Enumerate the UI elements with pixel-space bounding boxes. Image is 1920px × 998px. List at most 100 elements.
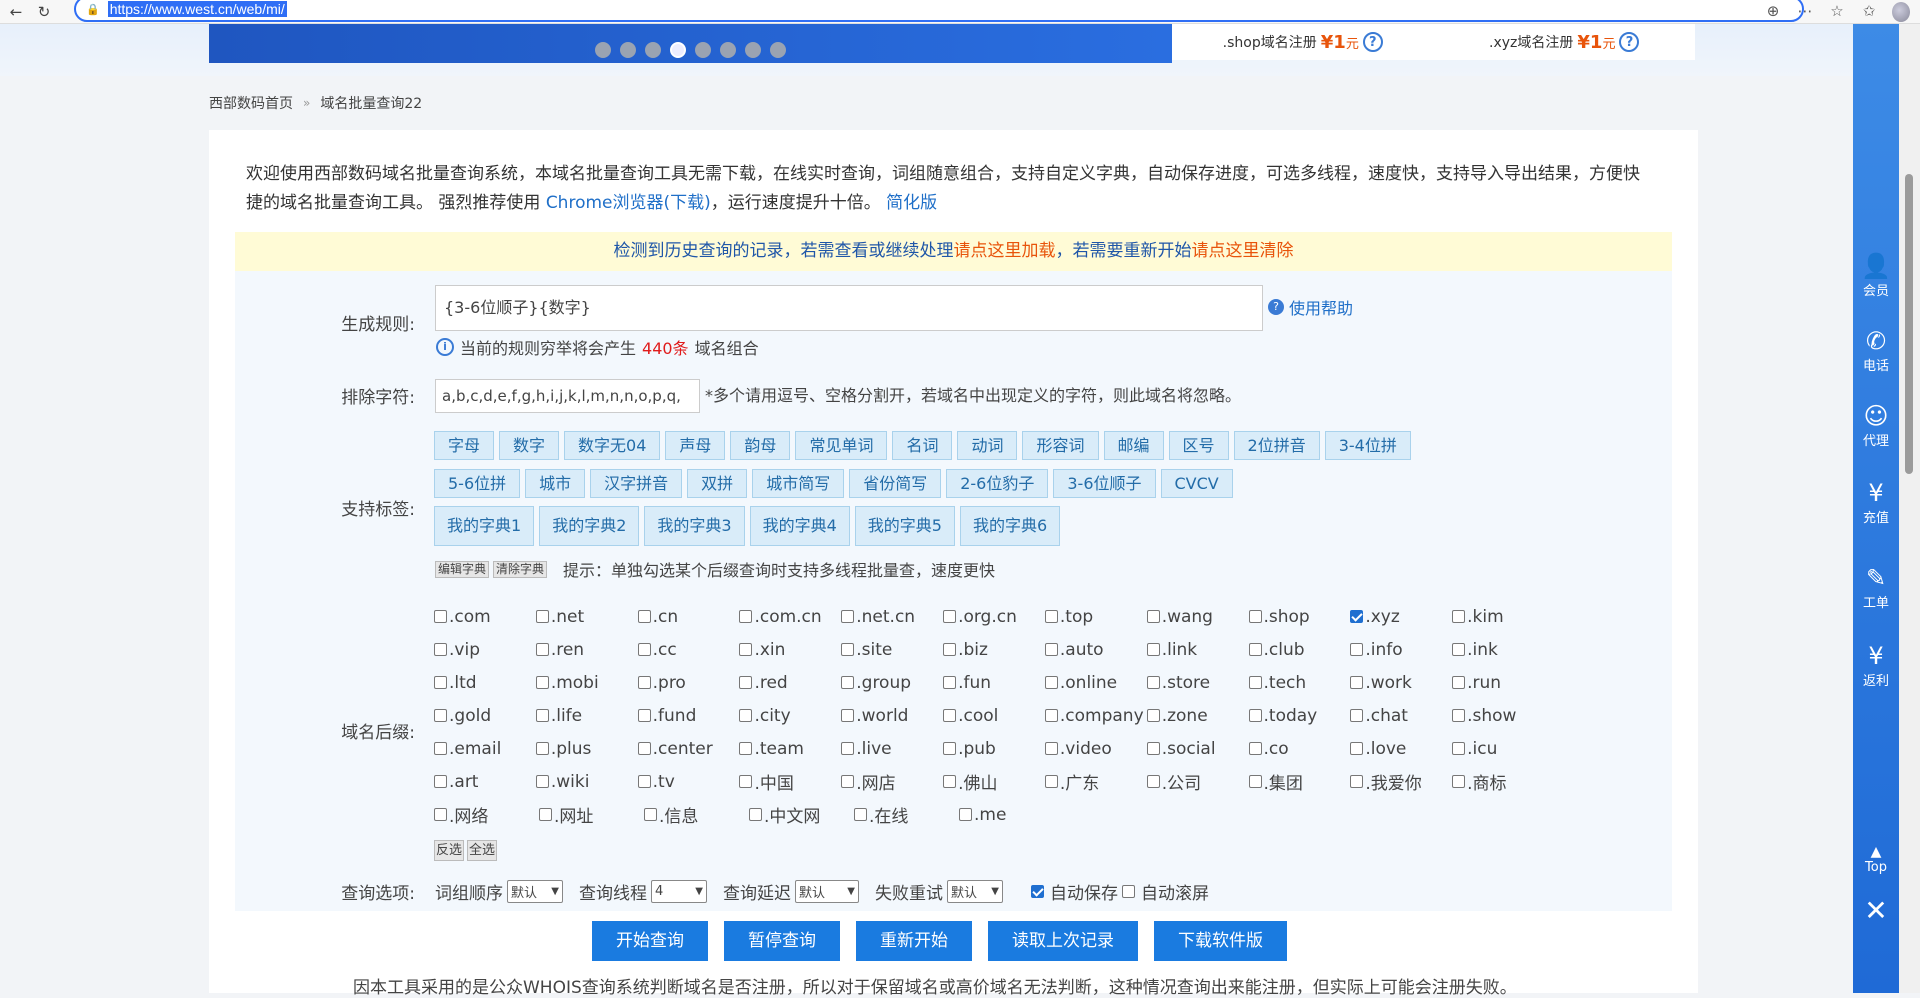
select-all-button[interactable]: 全选	[467, 840, 498, 861]
suffix-checkbox[interactable]	[1146, 775, 1160, 788]
suffix-option[interactable]: .social	[1146, 739, 1249, 759]
suffix-option[interactable]: .plus	[535, 739, 638, 759]
suffix-checkbox[interactable]	[841, 676, 855, 689]
suffix-checkbox[interactable]	[644, 808, 657, 821]
suffix-option[interactable]: .fund	[637, 706, 740, 726]
suffix-checkbox[interactable]	[434, 775, 447, 788]
suffix-option[interactable]: .pub	[943, 739, 1045, 759]
url-text[interactable]: https://www.west.cn/web/mi/	[107, 1, 287, 17]
suffix-option[interactable]: .ink	[1452, 640, 1554, 660]
suffix-option[interactable]: .link	[1146, 640, 1249, 660]
tag-button[interactable]: 城市简写	[752, 469, 845, 498]
tag-button[interactable]: 5-6位拼	[434, 469, 521, 498]
suffix-option[interactable]: .center	[637, 739, 740, 759]
suffix-option[interactable]: .art	[434, 772, 536, 792]
sidebar-ticket[interactable]: ✎ 工单	[1853, 564, 1899, 611]
sidebar-agent[interactable]: ☺ 代理	[1853, 402, 1899, 449]
suffix-checkbox[interactable]	[1044, 742, 1058, 755]
suffix-option[interactable]: .email	[434, 739, 536, 759]
suffix-checkbox[interactable]	[739, 676, 753, 689]
suffix-option[interactable]: .pro	[637, 673, 740, 693]
suffix-checkbox[interactable]	[1452, 775, 1466, 788]
suffix-option[interactable]: .公司	[1146, 769, 1249, 794]
suffix-checkbox[interactable]	[943, 775, 957, 788]
autoscroll-checkbox[interactable]	[1122, 885, 1135, 898]
suffix-checkbox[interactable]	[1044, 676, 1058, 689]
suffix-option[interactable]: .co	[1248, 739, 1351, 759]
suffix-checkbox[interactable]	[539, 808, 552, 821]
suffix-checkbox[interactable]	[841, 709, 855, 722]
promo-shop[interactable]: .shop域名注册 ¥1元 ?	[1172, 24, 1434, 60]
suffix-option[interactable]: .中文网	[749, 802, 854, 827]
suffix-checkbox[interactable]	[1248, 610, 1262, 623]
suffix-checkbox[interactable]	[1452, 610, 1466, 623]
suffix-option[interactable]: .love	[1350, 739, 1452, 759]
suffix-checkbox[interactable]	[943, 610, 957, 623]
suffix-option[interactable]: .info	[1350, 640, 1452, 660]
suffix-checkbox[interactable]	[1248, 676, 1262, 689]
restart-button[interactable]: 重新开始	[856, 921, 972, 961]
suffix-checkbox[interactable]	[854, 808, 867, 821]
suffix-checkbox[interactable]	[1350, 742, 1364, 755]
suffix-option[interactable]: .佛山	[943, 769, 1045, 794]
suffix-checkbox[interactable]	[434, 808, 447, 821]
sidebar-rebate[interactable]: ¥ 返利	[1853, 642, 1899, 689]
suffix-checkbox[interactable]	[1350, 676, 1364, 689]
rule-input[interactable]: {3-6位顺子}{数字}	[435, 285, 1263, 331]
suffix-checkbox[interactable]	[1146, 742, 1160, 755]
suffix-checkbox[interactable]	[1146, 610, 1160, 623]
suffix-checkbox[interactable]	[1350, 643, 1364, 656]
tag-button[interactable]: 汉字拼音	[590, 469, 683, 498]
suffix-option[interactable]: .city	[739, 706, 841, 726]
suffix-option[interactable]: .wiki	[535, 772, 638, 792]
suffix-option[interactable]: .company	[1044, 706, 1147, 726]
close-icon[interactable]: ✕	[1853, 894, 1899, 927]
suffix-checkbox[interactable]	[739, 709, 753, 722]
tag-button[interactable]: 数字	[499, 431, 560, 460]
suffix-checkbox[interactable]	[1044, 709, 1058, 722]
suffix-checkbox[interactable]	[535, 709, 549, 722]
suffix-option[interactable]: .商标	[1452, 769, 1554, 794]
suffix-option[interactable]: .wang	[1146, 607, 1249, 627]
suffix-option[interactable]: .site	[841, 640, 943, 660]
suffix-checkbox[interactable]	[1248, 775, 1262, 788]
suffix-option[interactable]: .group	[841, 673, 943, 693]
suffix-option[interactable]: .xyz	[1350, 607, 1452, 627]
suffix-checkbox[interactable]	[434, 742, 447, 755]
simple-version-link[interactable]: 简化版	[886, 193, 937, 213]
suffix-option[interactable]: .online	[1044, 673, 1147, 693]
tag-button[interactable]: 2-6位豹子	[946, 469, 1049, 498]
suffix-option[interactable]: .我爱你	[1350, 769, 1452, 794]
suffix-checkbox[interactable]	[535, 742, 549, 755]
tag-button[interactable]: 邮编	[1103, 431, 1164, 460]
download-software-button[interactable]: 下载软件版	[1154, 921, 1287, 961]
suffix-option[interactable]: .cool	[943, 706, 1045, 726]
retry-select[interactable]: 默认 ▼	[947, 880, 1003, 903]
suffix-checkbox[interactable]	[535, 643, 549, 656]
suffix-option[interactable]: .shop	[1248, 607, 1351, 627]
carousel-dot[interactable]	[770, 42, 786, 58]
autosave-checkbox[interactable]	[1031, 885, 1044, 898]
invert-selection-button[interactable]: 反选	[434, 840, 465, 861]
refresh-icon[interactable]: ↻	[32, 1, 56, 23]
suffix-checkbox[interactable]	[637, 676, 651, 689]
tag-button[interactable]: 我的字典1	[434, 506, 535, 546]
suffix-checkbox[interactable]	[434, 709, 447, 722]
suffix-option[interactable]: .world	[841, 706, 943, 726]
tag-button[interactable]: 省份简写	[849, 469, 942, 498]
zoom-icon[interactable]: ⊕	[1764, 2, 1782, 22]
suffix-checkbox[interactable]	[1350, 775, 1364, 788]
suffix-option[interactable]: .ren	[535, 640, 638, 660]
threads-select[interactable]: 4 ▼	[651, 880, 707, 903]
suffix-option[interactable]: .fun	[943, 673, 1045, 693]
suffix-option[interactable]: .网络	[434, 802, 539, 827]
suffix-option[interactable]: .org.cn	[943, 607, 1045, 627]
suffix-checkbox[interactable]	[1248, 742, 1262, 755]
sidebar-recharge[interactable]: ¥ 充值	[1853, 479, 1899, 526]
suffix-option[interactable]: .icu	[1452, 739, 1554, 759]
suffix-checkbox[interactable]	[959, 808, 972, 821]
tag-button[interactable]: 字母	[434, 431, 495, 460]
suffix-checkbox[interactable]	[739, 643, 753, 656]
suffix-checkbox[interactable]	[1350, 709, 1364, 722]
tag-button[interactable]: 3-6位顺子	[1053, 469, 1156, 498]
